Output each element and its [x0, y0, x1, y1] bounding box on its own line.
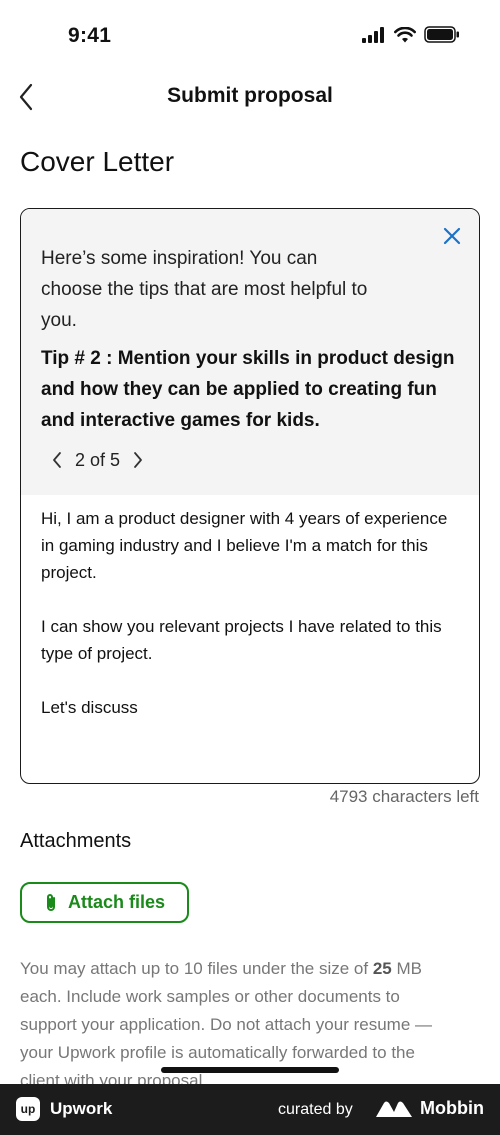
- status-time: 9:41: [68, 24, 112, 47]
- characters-left-counter: 4793 characters left: [329, 787, 479, 806]
- attachments-heading: Attachments: [20, 830, 132, 852]
- chevron-right-icon: [134, 452, 142, 468]
- tip-pager-label: 2 of 5: [75, 449, 121, 470]
- help-text-part: You may attach up to 10 files under the …: [20, 959, 373, 978]
- app-name: Upwork: [50, 1099, 113, 1118]
- paperclip-icon: [46, 893, 55, 911]
- attachments-help-text: You may attach up to 10 files under the …: [20, 955, 450, 1095]
- home-indicator: [161, 1067, 339, 1073]
- letter-line: I can show you relevant projects I have …: [41, 617, 442, 663]
- tip-pager: 2 of 5: [49, 449, 146, 471]
- chevron-left-icon: [53, 452, 61, 468]
- mobbin-logo-icon: [376, 1101, 412, 1117]
- cover-letter-card: Here’s some inspiration! You can choose …: [20, 208, 480, 784]
- letter-line: [41, 667, 461, 694]
- close-icon: [443, 227, 461, 245]
- tip-intro-text: Here’s some inspiration! You can choose …: [41, 248, 368, 331]
- cover-letter-textarea[interactable]: Hi, I am a product designer with 4 years…: [41, 505, 461, 721]
- curated-by-label: curated by: [278, 1101, 353, 1118]
- tip-text: Tip # 2 : Mention your skills in product…: [41, 348, 455, 431]
- battery-icon: [424, 26, 459, 43]
- footer-bar: up Upwork curated by Mobbin: [0, 1084, 500, 1135]
- brand-name: Mobbin: [420, 1098, 484, 1118]
- status-icons: [362, 26, 460, 43]
- attach-files-button[interactable]: Attach files: [20, 882, 189, 923]
- previous-tip-button[interactable]: [49, 449, 65, 471]
- tip-panel: Here’s some inspiration! You can choose …: [21, 209, 479, 495]
- close-tips-button[interactable]: [439, 223, 465, 249]
- letter-line: Hi, I am a product designer with 4 years…: [41, 509, 448, 582]
- status-bar: 9:41: [0, 0, 500, 70]
- attach-files-label: Attach files: [67, 892, 166, 912]
- cover-letter-heading: Cover Letter: [20, 146, 175, 177]
- upwork-logo-icon: up: [16, 1097, 40, 1121]
- cellular-signal-icon: [362, 26, 384, 43]
- wifi-icon: [394, 26, 416, 42]
- help-size-value: 25: [372, 959, 392, 978]
- letter-line: [41, 586, 461, 613]
- navigation-bar: Submit proposal: [0, 70, 500, 126]
- page-title: Submit proposal: [167, 84, 333, 107]
- next-tip-button[interactable]: [130, 449, 146, 471]
- letter-line: Let's discuss: [41, 698, 138, 717]
